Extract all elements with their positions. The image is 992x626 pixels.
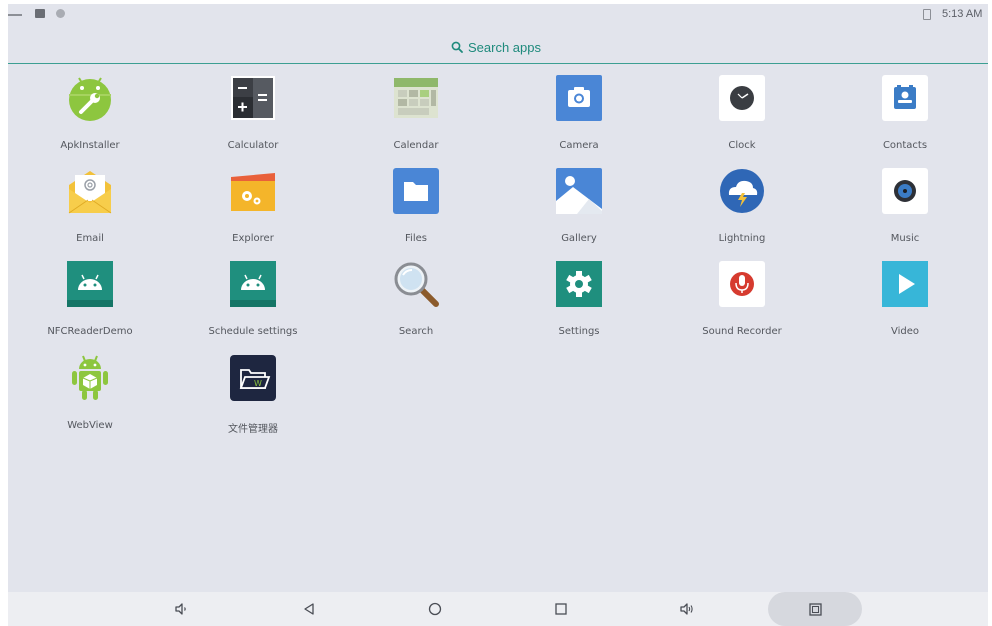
app-apkinstaller[interactable]: ApkInstaller [15, 74, 165, 164]
app-label: Gallery [561, 233, 597, 244]
app-settings[interactable]: Settings [504, 260, 654, 350]
clock-icon [719, 75, 765, 121]
app-label: 文件管理器 [228, 424, 278, 435]
microphone-icon [719, 261, 765, 307]
lightning-icon [720, 169, 764, 213]
app-clock[interactable]: Clock [667, 74, 817, 164]
explorer-icon [231, 173, 275, 211]
app-sound-recorder[interactable]: Sound Recorder [667, 260, 817, 350]
app-label: Schedule settings [208, 326, 298, 337]
android-cube-icon [72, 355, 108, 400]
app-lightning[interactable]: Lightning [667, 167, 817, 257]
settings-gear-icon [556, 261, 602, 307]
image-notification-icon [35, 9, 45, 18]
screenshot-icon [809, 603, 822, 616]
status-time: 5:13 AM [942, 8, 983, 20]
app-label: WebView [67, 420, 113, 431]
app-search[interactable]: Search [341, 260, 491, 350]
app-camera[interactable]: Camera [504, 74, 654, 164]
music-icon [882, 168, 928, 214]
svg-text:W: W [254, 379, 262, 388]
files-icon [393, 168, 439, 214]
app-label: Contacts [882, 140, 928, 151]
app-nfcreaderdemo[interactable]: NFCReaderDemo [15, 260, 165, 350]
recents-button[interactable] [548, 596, 574, 622]
home-button[interactable] [422, 596, 448, 622]
android-wrench-icon [69, 77, 111, 121]
volume-up-icon [680, 603, 693, 615]
search-divider [8, 63, 988, 64]
app-contacts[interactable]: Contacts [830, 74, 980, 164]
home-icon [428, 602, 442, 616]
file-manager-icon: W [230, 355, 276, 401]
app-label: Search [398, 326, 434, 337]
app-label: Calculator [227, 140, 279, 151]
back-icon [304, 603, 314, 615]
volume-down-icon [175, 603, 186, 615]
search-apps-button[interactable]: Search apps [451, 37, 541, 57]
contacts-icon [882, 75, 928, 121]
app-label: Settings [558, 326, 600, 337]
app-label: Email [76, 233, 104, 244]
app-label: Sound Recorder [702, 326, 782, 337]
app-label: Lightning [718, 233, 766, 244]
app-label: Files [405, 233, 427, 244]
app-label: Calendar [393, 140, 439, 151]
search-apps-label: Search apps [468, 39, 541, 55]
screenshot-button[interactable] [768, 592, 862, 626]
magnifier-icon [394, 262, 439, 307]
no-sim-icon [923, 9, 931, 20]
play-icon [882, 261, 928, 307]
app-email[interactable]: Email [15, 167, 165, 257]
app-schedule-settings[interactable]: Schedule settings [178, 260, 328, 350]
app-video[interactable]: Video [830, 260, 980, 350]
gallery-icon [556, 168, 602, 214]
app-explorer[interactable]: Explorer [178, 167, 328, 257]
app-webview[interactable]: WebView [15, 354, 165, 444]
email-icon [68, 171, 112, 214]
back-button[interactable] [296, 596, 322, 622]
app-music[interactable]: Music [830, 167, 980, 257]
circle-notification-icon [56, 9, 65, 18]
calculator-icon [231, 76, 275, 120]
app-label: Video [890, 326, 920, 337]
app-label: Camera [559, 140, 599, 151]
app-label: NFCReaderDemo [47, 326, 133, 337]
android-icon [67, 261, 113, 307]
camera-icon [556, 75, 602, 121]
recents-icon [555, 603, 567, 615]
app-label: Clock [728, 140, 756, 151]
app-calendar[interactable]: Calendar [341, 74, 491, 164]
status-bar: 5:13 AM [8, 4, 988, 26]
volume-down-button[interactable] [168, 596, 194, 622]
navigation-bar [8, 592, 988, 626]
app-label: Explorer [232, 233, 274, 244]
app-file-manager[interactable]: W 文件管理器 [178, 354, 328, 444]
search-icon [451, 41, 463, 53]
volume-up-button[interactable] [674, 596, 700, 622]
minus-icon [8, 14, 22, 16]
app-files[interactable]: Files [341, 167, 491, 257]
app-gallery[interactable]: Gallery [504, 167, 654, 257]
app-label: Music [890, 233, 920, 244]
app-label: ApkInstaller [60, 140, 120, 151]
home-screen: 5:13 AM Search apps ApkInstaller Calcula… [8, 4, 988, 626]
app-calculator[interactable]: Calculator [178, 74, 328, 164]
calendar-icon [394, 78, 438, 118]
android-icon [230, 261, 276, 307]
